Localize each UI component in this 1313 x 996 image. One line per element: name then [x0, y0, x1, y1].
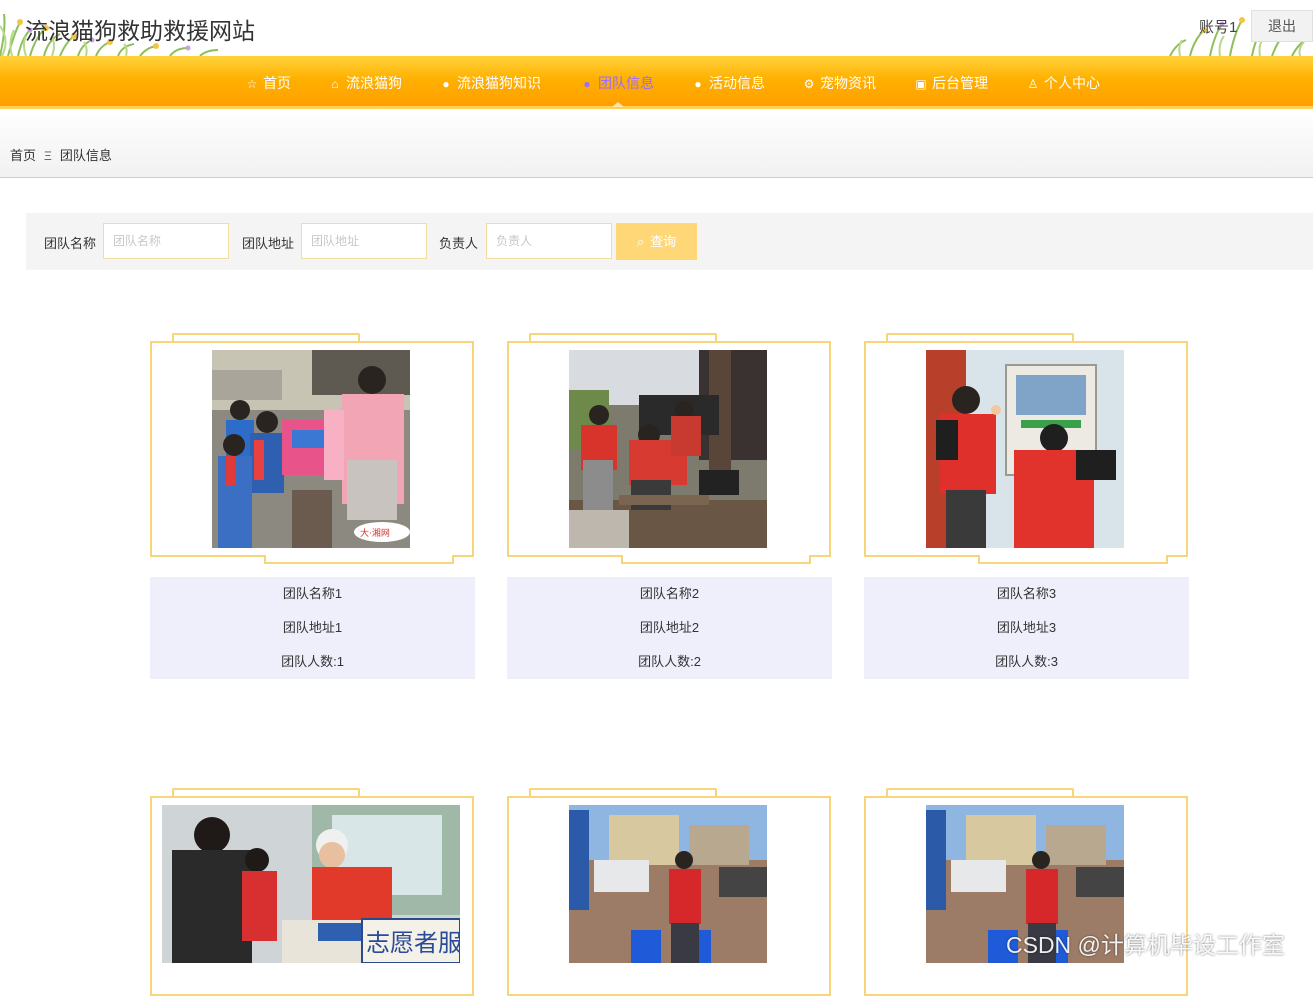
bag-icon: ⌂ [331, 77, 339, 91]
team-address-input[interactable] [301, 223, 427, 259]
team-info-panel: 团队名称2 团队地址2 团队人数:2 [507, 577, 832, 679]
volunteer-registration-desk-photo[interactable]: 志愿者服务 [162, 805, 460, 963]
volunteers-cleaning-bench-photo[interactable] [569, 350, 767, 548]
team-address-label: 团队地址 [242, 236, 295, 251]
nav-item-stray-animals[interactable]: ⌂ 流浪猫狗 [328, 57, 402, 107]
watermark: CSDN @计算机毕设工作室 [1006, 932, 1285, 958]
top-header: 流浪猫狗救助救援网站 账号1 退出 [0, 0, 1313, 56]
user-icon: ♙ [1027, 77, 1039, 91]
info-icon: ● [694, 77, 702, 91]
nav-label: 流浪猫狗 [346, 75, 402, 91]
help-icon: ● [583, 77, 591, 91]
team-name: 团队名称3 [996, 586, 1057, 601]
main-nav: ☆ 首页 ⌂ 流浪猫狗 ● 流浪猫狗知识 ● 团队信息 ● 活动信息 ⚙ 宠物资讯 ▣ 后台管… [0, 56, 1313, 109]
search-icon: ⌕ [636, 234, 645, 249]
logout-button[interactable]: 退出 [1251, 10, 1313, 42]
nav-label: 后台管理 [932, 75, 988, 91]
active-indicator [612, 102, 624, 107]
leader-label: 负责人 [439, 236, 479, 251]
children-receiving-gifts-photo[interactable]: 大·湘网 [212, 350, 410, 548]
nav-list: ☆ 首页 ⌂ 流浪猫狗 ● 流浪猫狗知识 ● 团队信息 ● 活动信息 ⚙ 宠物资讯 ▣ 后台管… [0, 57, 1313, 107]
breadcrumb-current: 团队信息 [59, 148, 112, 163]
nav-item-knowledge[interactable]: ● 流浪猫狗知识 [439, 57, 541, 107]
svg-text:大·湘网: 大·湘网 [360, 527, 390, 539]
star-icon: ☆ [246, 77, 258, 91]
nav-label: 个人中心 [1044, 75, 1100, 91]
leader-input[interactable] [486, 223, 612, 259]
breadcrumb: 首页 Ξ 团队信息 [10, 145, 112, 164]
team-info-panel: 团队名称3 团队地址3 团队人数:3 [864, 577, 1189, 679]
nav-item-pet-news[interactable]: ⚙ 宠物资讯 [802, 57, 876, 107]
team-member-count: 团队人数:2 [638, 654, 701, 669]
settings-icon: ⚙ [803, 77, 815, 91]
nav-label: 首页 [263, 75, 291, 91]
nav-item-activities[interactable]: ● 活动信息 [691, 57, 765, 107]
team-info-panel: 团队名称1 团队地址1 团队人数:1 [150, 577, 475, 679]
nav-item-team-info[interactable]: ● 团队信息 [580, 57, 654, 107]
frame-tab [264, 555, 454, 564]
gift-icon: ▣ [915, 77, 927, 91]
search-button-label: 查询 [650, 234, 677, 249]
site-title: 流浪猫狗救助救援网站 [25, 18, 255, 44]
nav-item-home[interactable]: ☆ 首页 [245, 57, 291, 107]
nav-label: 宠物资讯 [820, 75, 876, 91]
breadcrumb-home[interactable]: 首页 [10, 148, 36, 163]
nav-label: 团队信息 [598, 75, 654, 91]
frame-tab [621, 555, 811, 564]
team-name: 团队名称2 [639, 586, 700, 601]
search-button[interactable]: ⌕ 查询 [616, 223, 697, 260]
nav-item-admin[interactable]: ▣ 后台管理 [914, 57, 988, 107]
team-member-count: 团队人数:3 [995, 654, 1058, 669]
team-member-count: 团队人数:1 [281, 654, 344, 669]
search-form: 团队名称 团队地址 负责人 ⌕ 查询 [26, 213, 1313, 270]
frame-tab [978, 555, 1168, 564]
team-name: 团队名称1 [282, 586, 343, 601]
team-address: 团队地址2 [639, 620, 700, 635]
team-name-label: 团队名称 [44, 236, 97, 251]
nav-item-profile[interactable]: ♙ 个人中心 [1026, 57, 1100, 107]
nav-label: 流浪猫狗知识 [457, 75, 541, 91]
team-address: 团队地址3 [996, 620, 1057, 635]
volunteers-checking-meter-photo[interactable] [926, 350, 1124, 548]
account-label[interactable]: 账号1 [1199, 16, 1237, 37]
nav-label: 活动信息 [709, 75, 765, 91]
banner-text: 志愿者服务 [366, 929, 460, 957]
volunteer-carrying-water-photo[interactable] [569, 805, 767, 963]
team-name-input[interactable] [103, 223, 229, 259]
breadcrumb-separator: Ξ [44, 149, 52, 163]
team-address: 团队地址1 [282, 620, 343, 635]
breadcrumb-bar: 首页 Ξ 团队信息 [0, 109, 1313, 178]
info-icon: ● [442, 77, 450, 91]
